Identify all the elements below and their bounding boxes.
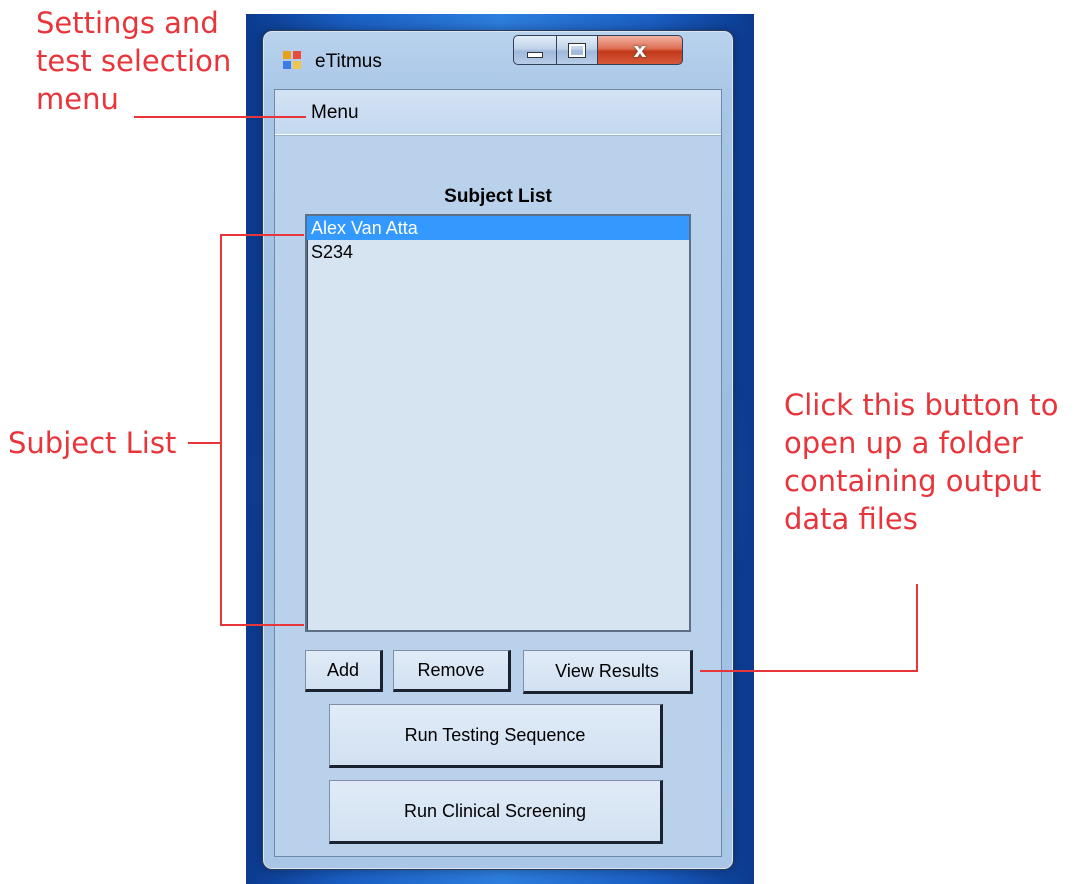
client-area: Menu Subject List Alex Van Atta S234 Add… (274, 89, 722, 857)
subject-list-bracket-vertical (220, 234, 222, 626)
subject-listbox[interactable]: Alex Van Atta S234 (305, 214, 691, 632)
list-item[interactable]: Alex Van Atta (307, 216, 689, 240)
remove-button[interactable]: Remove (393, 650, 511, 692)
view-results-annotation-horizontal-line (700, 670, 918, 672)
view-results-annotation: Click this button to open up a folder co… (784, 388, 1059, 536)
add-button[interactable]: Add (305, 650, 383, 692)
menu-annotation-line (134, 116, 306, 118)
subject-list-bracket-top (220, 234, 304, 236)
app-window: eTitmus x Menu Subject List Alex Van Att… (262, 30, 734, 870)
maximize-button[interactable] (557, 35, 598, 65)
view-results-button[interactable]: View Results (523, 650, 693, 694)
maximize-icon (569, 43, 585, 57)
close-button[interactable]: x (598, 35, 683, 65)
run-testing-sequence-button[interactable]: Run Testing Sequence (329, 704, 663, 768)
menu-bar: Menu (275, 90, 721, 135)
subject-list-title: Subject List (444, 186, 552, 207)
menu-annotation: Settings and test selection menu (36, 6, 232, 116)
minimize-button[interactable] (513, 35, 557, 65)
title-bar[interactable]: eTitmus x (263, 31, 733, 87)
list-item[interactable]: S234 (307, 240, 689, 264)
app-icon (283, 51, 301, 69)
menu-item-menu[interactable]: Menu (311, 102, 359, 124)
view-results-annotation-vertical-line (916, 584, 918, 672)
close-icon: x (633, 38, 647, 62)
minimize-icon (527, 52, 543, 58)
caption-buttons: x (513, 35, 719, 65)
subject-list-annotation-line (188, 442, 222, 444)
run-clinical-screening-button[interactable]: Run Clinical Screening (329, 780, 663, 844)
window-title: eTitmus (315, 51, 382, 72)
subject-list-bracket-bottom (220, 624, 304, 626)
subject-list-annotation: Subject List (8, 426, 177, 460)
